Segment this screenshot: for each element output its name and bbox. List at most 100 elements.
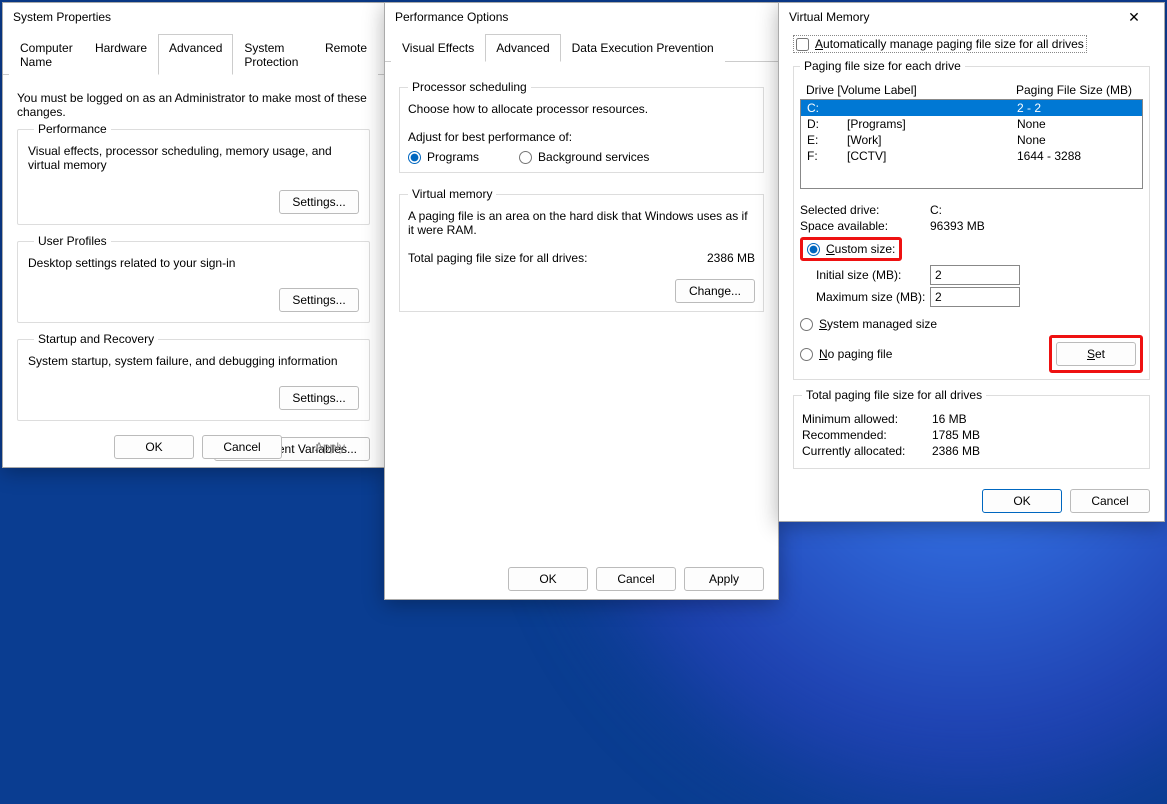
profiles-legend: User Profiles [34,234,111,248]
radio-no-paging-input[interactable] [800,348,813,361]
drive-size: 2 - 2 [1017,101,1136,115]
drive-row[interactable]: E:[Work]None [801,132,1142,148]
cancel-button[interactable]: Cancel [202,435,282,459]
tab-visual-effects[interactable]: Visual Effects [391,34,485,62]
cur-value: 2386 MB [932,444,980,458]
virtual-memory-dialog: Virtual Memory ✕ Automatically manage pa… [778,2,1165,522]
performance-desc: Visual effects, processor scheduling, me… [28,144,359,172]
tab-advanced[interactable]: Advanced [158,34,233,75]
rec-label: Recommended: [802,428,932,442]
cancel-button[interactable]: Cancel [1070,489,1150,513]
performance-settings-button[interactable]: Settings... [279,190,359,214]
selected-drive-value: C: [930,203,942,217]
auto-manage-label: Automatically manage paging file size fo… [815,37,1084,51]
window-title: Performance Options [395,10,508,24]
col-drive: Drive [Volume Label] [806,83,1016,97]
drive-size: None [1017,133,1136,147]
vmem-legend: Virtual memory [408,187,496,201]
drive-letter: C: [807,101,847,115]
drive-volume: [Work] [847,133,1017,147]
performance-options-dialog: Performance Options Visual Effects Advan… [384,2,779,600]
drive-letter: F: [807,149,847,163]
initial-size-input[interactable] [930,265,1020,285]
radio-system-managed-input[interactable] [800,318,813,331]
drive-volume: [CCTV] [847,149,1017,163]
performance-legend: Performance [34,122,111,136]
drive-volume: [Programs] [847,117,1017,131]
radio-custom-label: Custom size: [826,242,895,256]
window-title: Virtual Memory [789,10,869,24]
radio-custom-input[interactable] [807,243,820,256]
tab-system-protection[interactable]: System Protection [233,34,314,75]
adjust-label: Adjust for best performance of: [408,130,755,144]
radio-system-managed-label: System managed size [819,317,937,331]
radio-background-input[interactable] [519,151,532,164]
cur-label: Currently allocated: [802,444,932,458]
drive-row[interactable]: D:[Programs]None [801,116,1142,132]
initial-size-label: Initial size (MB): [800,268,930,282]
tabs: Computer Name Hardware Advanced System P… [3,33,384,75]
radio-custom-size[interactable]: Custom size: [807,242,895,256]
ok-button[interactable]: OK [508,567,588,591]
radio-no-paging-label: No paging file [819,347,892,361]
tabs: Visual Effects Advanced Data Execution P… [385,33,778,62]
vmem-total-label: Total paging file size for all drives: [408,251,707,265]
space-label: Space available: [800,219,930,233]
drive-header: Drive [Volume Label] Paging File Size (M… [800,83,1143,97]
drive-row[interactable]: C: 2 - 2 [801,100,1142,116]
radio-programs-input[interactable] [408,151,421,164]
selected-drive-label: Selected drive: [800,203,930,217]
radio-no-paging[interactable]: No paging file [800,347,1049,361]
startup-desc: System startup, system failure, and debu… [28,354,359,368]
radio-system-managed[interactable]: System managed size [800,317,1143,331]
maximum-size-label: Maximum size (MB): [800,290,930,304]
drive-group-legend: Paging file size for each drive [800,59,965,73]
rec-value: 1785 MB [932,428,980,442]
maximum-size-input[interactable] [930,287,1020,307]
tab-advanced[interactable]: Advanced [485,34,560,62]
radio-background[interactable]: Background services [519,150,649,164]
drive-volume [847,101,1017,115]
radio-programs[interactable]: Programs [408,150,479,164]
ok-button[interactable]: OK [982,489,1062,513]
change-button[interactable]: Change... [675,279,755,303]
admin-note: You must be logged on as an Administrato… [17,91,370,119]
profiles-desc: Desktop settings related to your sign-in [28,256,359,270]
startup-settings-button[interactable]: Settings... [279,386,359,410]
col-size: Paging File Size (MB) [1016,83,1137,97]
set-button[interactable]: Set [1056,342,1136,366]
auto-manage-checkbox[interactable]: Automatically manage paging file size fo… [793,35,1087,53]
vmem-total-value: 2386 MB [707,251,755,265]
startup-legend: Startup and Recovery [34,332,158,346]
drive-row[interactable]: F:[CCTV]1644 - 3288 [801,148,1142,164]
titlebar: Virtual Memory ✕ [779,3,1164,31]
proc-sched-legend: Processor scheduling [408,80,531,94]
total-legend: Total paging file size for all drives [802,388,986,402]
cancel-button[interactable]: Cancel [596,567,676,591]
tab-dep[interactable]: Data Execution Prevention [561,34,725,62]
apply-button: Apply [290,435,370,459]
auto-manage-input[interactable] [796,38,809,51]
apply-button[interactable]: Apply [684,567,764,591]
min-label: Minimum allowed: [802,412,932,426]
close-icon[interactable]: ✕ [1114,9,1154,26]
window-title: System Properties [13,10,111,24]
min-value: 16 MB [932,412,967,426]
drive-letter: E: [807,133,847,147]
vmem-desc: A paging file is an area on the hard dis… [408,209,755,237]
titlebar: Performance Options [385,3,778,31]
radio-programs-label: Programs [427,150,479,164]
drive-size: None [1017,117,1136,131]
drive-size: 1644 - 3288 [1017,149,1136,163]
radio-background-label: Background services [538,150,649,164]
system-properties-dialog: System Properties Computer Name Hardware… [2,2,385,468]
tab-computer-name[interactable]: Computer Name [9,34,84,75]
profiles-settings-button[interactable]: Settings... [279,288,359,312]
drive-letter: D: [807,117,847,131]
ok-button[interactable]: OK [114,435,194,459]
titlebar: System Properties [3,3,384,31]
proc-sched-desc: Choose how to allocate processor resourc… [408,102,755,116]
tab-hardware[interactable]: Hardware [84,34,158,75]
tab-remote[interactable]: Remote [314,34,378,75]
drive-list[interactable]: C:2 - 2D:[Programs]NoneE:[Work]NoneF:[CC… [800,99,1143,189]
